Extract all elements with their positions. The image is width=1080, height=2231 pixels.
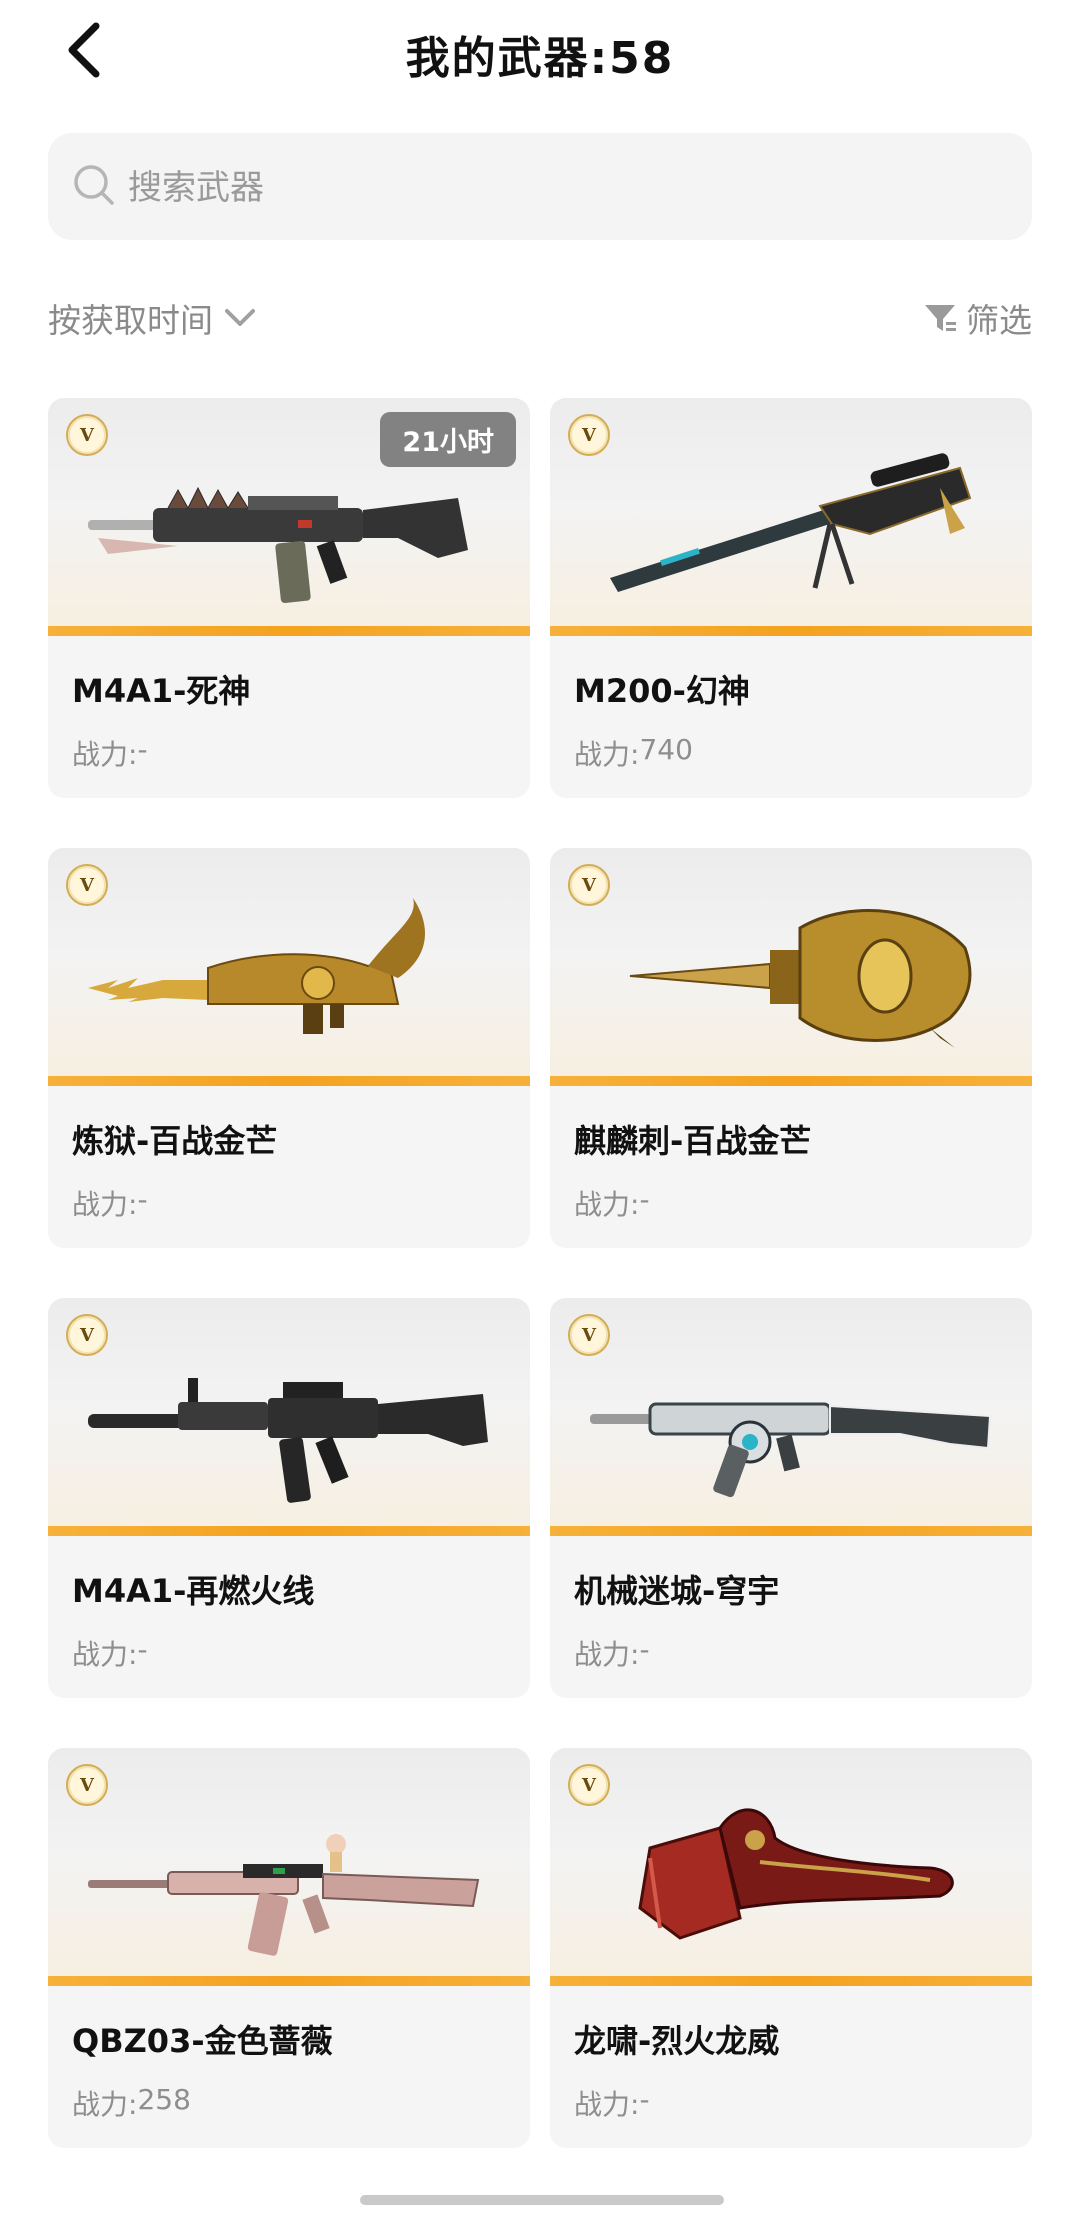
weapon-image: V	[550, 1748, 1032, 1986]
weapon-name: QBZ03-金色蔷薇	[72, 2022, 333, 2060]
weapon-name: M200-幻神	[574, 672, 750, 710]
dragon-axe-icon	[638, 1808, 954, 1940]
power-label: 战力:	[72, 738, 138, 771]
weapon-name: M4A1-再燃火线	[72, 1572, 315, 1610]
sort-dropdown[interactable]: 按获取时间	[48, 290, 257, 346]
power-label: 战力:	[574, 1188, 640, 1221]
power-label: 战力:	[72, 1188, 138, 1221]
weapon-power: 战力: -	[72, 1183, 148, 1223]
mechanical-rifle-icon	[590, 1402, 992, 1498]
weapon-grid: V 21小时 M4A1-死神 战力: - V M200-幻神 战力: 740 V…	[48, 398, 1032, 2148]
weapon-image: V 21小时	[48, 398, 530, 636]
golden-dagger-icon	[629, 909, 972, 1048]
weapon-power: 战力: -	[72, 733, 148, 773]
weapon-image: V	[550, 398, 1032, 636]
power-value: -	[639, 1633, 650, 1666]
weapon-power: 战力: -	[574, 1183, 650, 1223]
power-value: -	[639, 1183, 650, 1216]
weapon-card[interactable]: V 机械迷城-穹宇 战力: -	[550, 1298, 1032, 1698]
power-value: 258	[137, 2083, 191, 2116]
power-value: -	[137, 1183, 148, 1216]
filter-label: 筛选	[966, 301, 1032, 340]
weapon-name: M4A1-死神	[72, 672, 251, 710]
power-label: 战力:	[574, 738, 640, 771]
weapon-card[interactable]: V 麒麟刺-百战金芒 战力: -	[550, 848, 1032, 1248]
weapon-image: V	[48, 848, 530, 1086]
weapon-power: 战力: 740	[574, 733, 693, 773]
power-label: 战力:	[72, 1638, 138, 1671]
weapon-image: V	[48, 1298, 530, 1536]
weapon-image: V	[550, 848, 1032, 1086]
weapon-name: 炼狱-百战金芒	[72, 1122, 278, 1160]
power-label: 战力:	[574, 2088, 640, 2121]
weapon-name: 麒麟刺-百战金芒	[574, 1122, 812, 1160]
weapon-power: 战力: -	[574, 2083, 650, 2123]
weapon-power: 战力: -	[72, 1633, 148, 1673]
weapon-name: 龙啸-烈火龙威	[574, 2022, 780, 2060]
weapon-card[interactable]: V 21小时 M4A1-死神 战力: -	[48, 398, 530, 798]
page-title: 我的武器:58	[405, 33, 675, 84]
weapon-power: 战力: 258	[72, 2083, 191, 2123]
power-label: 战力:	[72, 2088, 138, 2121]
chevron-down-icon	[225, 309, 255, 326]
weapon-image: V	[550, 1298, 1032, 1536]
weapon-card[interactable]: V 龙啸-烈火龙威 战力: -	[550, 1748, 1032, 2148]
weapon-card[interactable]: V M4A1-再燃火线 战力: -	[48, 1298, 530, 1698]
sort-label: 按获取时间	[48, 301, 213, 340]
power-value: -	[639, 2083, 650, 2116]
power-value: -	[137, 1633, 148, 1666]
power-label: 战力:	[574, 1638, 640, 1671]
search-bar[interactable]	[48, 133, 1032, 240]
weapon-card[interactable]: V QBZ03-金色蔷薇 战力: 258	[48, 1748, 530, 2148]
sniper-rifle-icon	[610, 453, 972, 592]
home-indicator[interactable]	[360, 2195, 724, 2205]
weapon-name: 机械迷城-穹宇	[574, 1572, 780, 1610]
weapon-power: 战力: -	[574, 1633, 650, 1673]
power-value: 740	[639, 733, 693, 766]
weapon-card[interactable]: V M200-幻神 战力: 740	[550, 398, 1032, 798]
search-icon	[74, 165, 114, 205]
funnel-filter-icon	[925, 305, 956, 331]
search-input[interactable]	[126, 157, 990, 219]
filter-button[interactable]: 筛选	[922, 290, 1032, 346]
rifle-icon	[88, 486, 468, 604]
weapon-image: V	[48, 1748, 530, 1986]
top-bar: 我的武器:58	[0, 0, 1080, 110]
weapon-card[interactable]: V 炼狱-百战金芒 战力: -	[48, 848, 530, 1248]
rose-gold-rifle-icon	[88, 1834, 480, 1956]
golden-machine-gun-icon	[88, 898, 425, 1034]
rifle-icon	[88, 1378, 488, 1503]
power-value: -	[137, 733, 148, 766]
